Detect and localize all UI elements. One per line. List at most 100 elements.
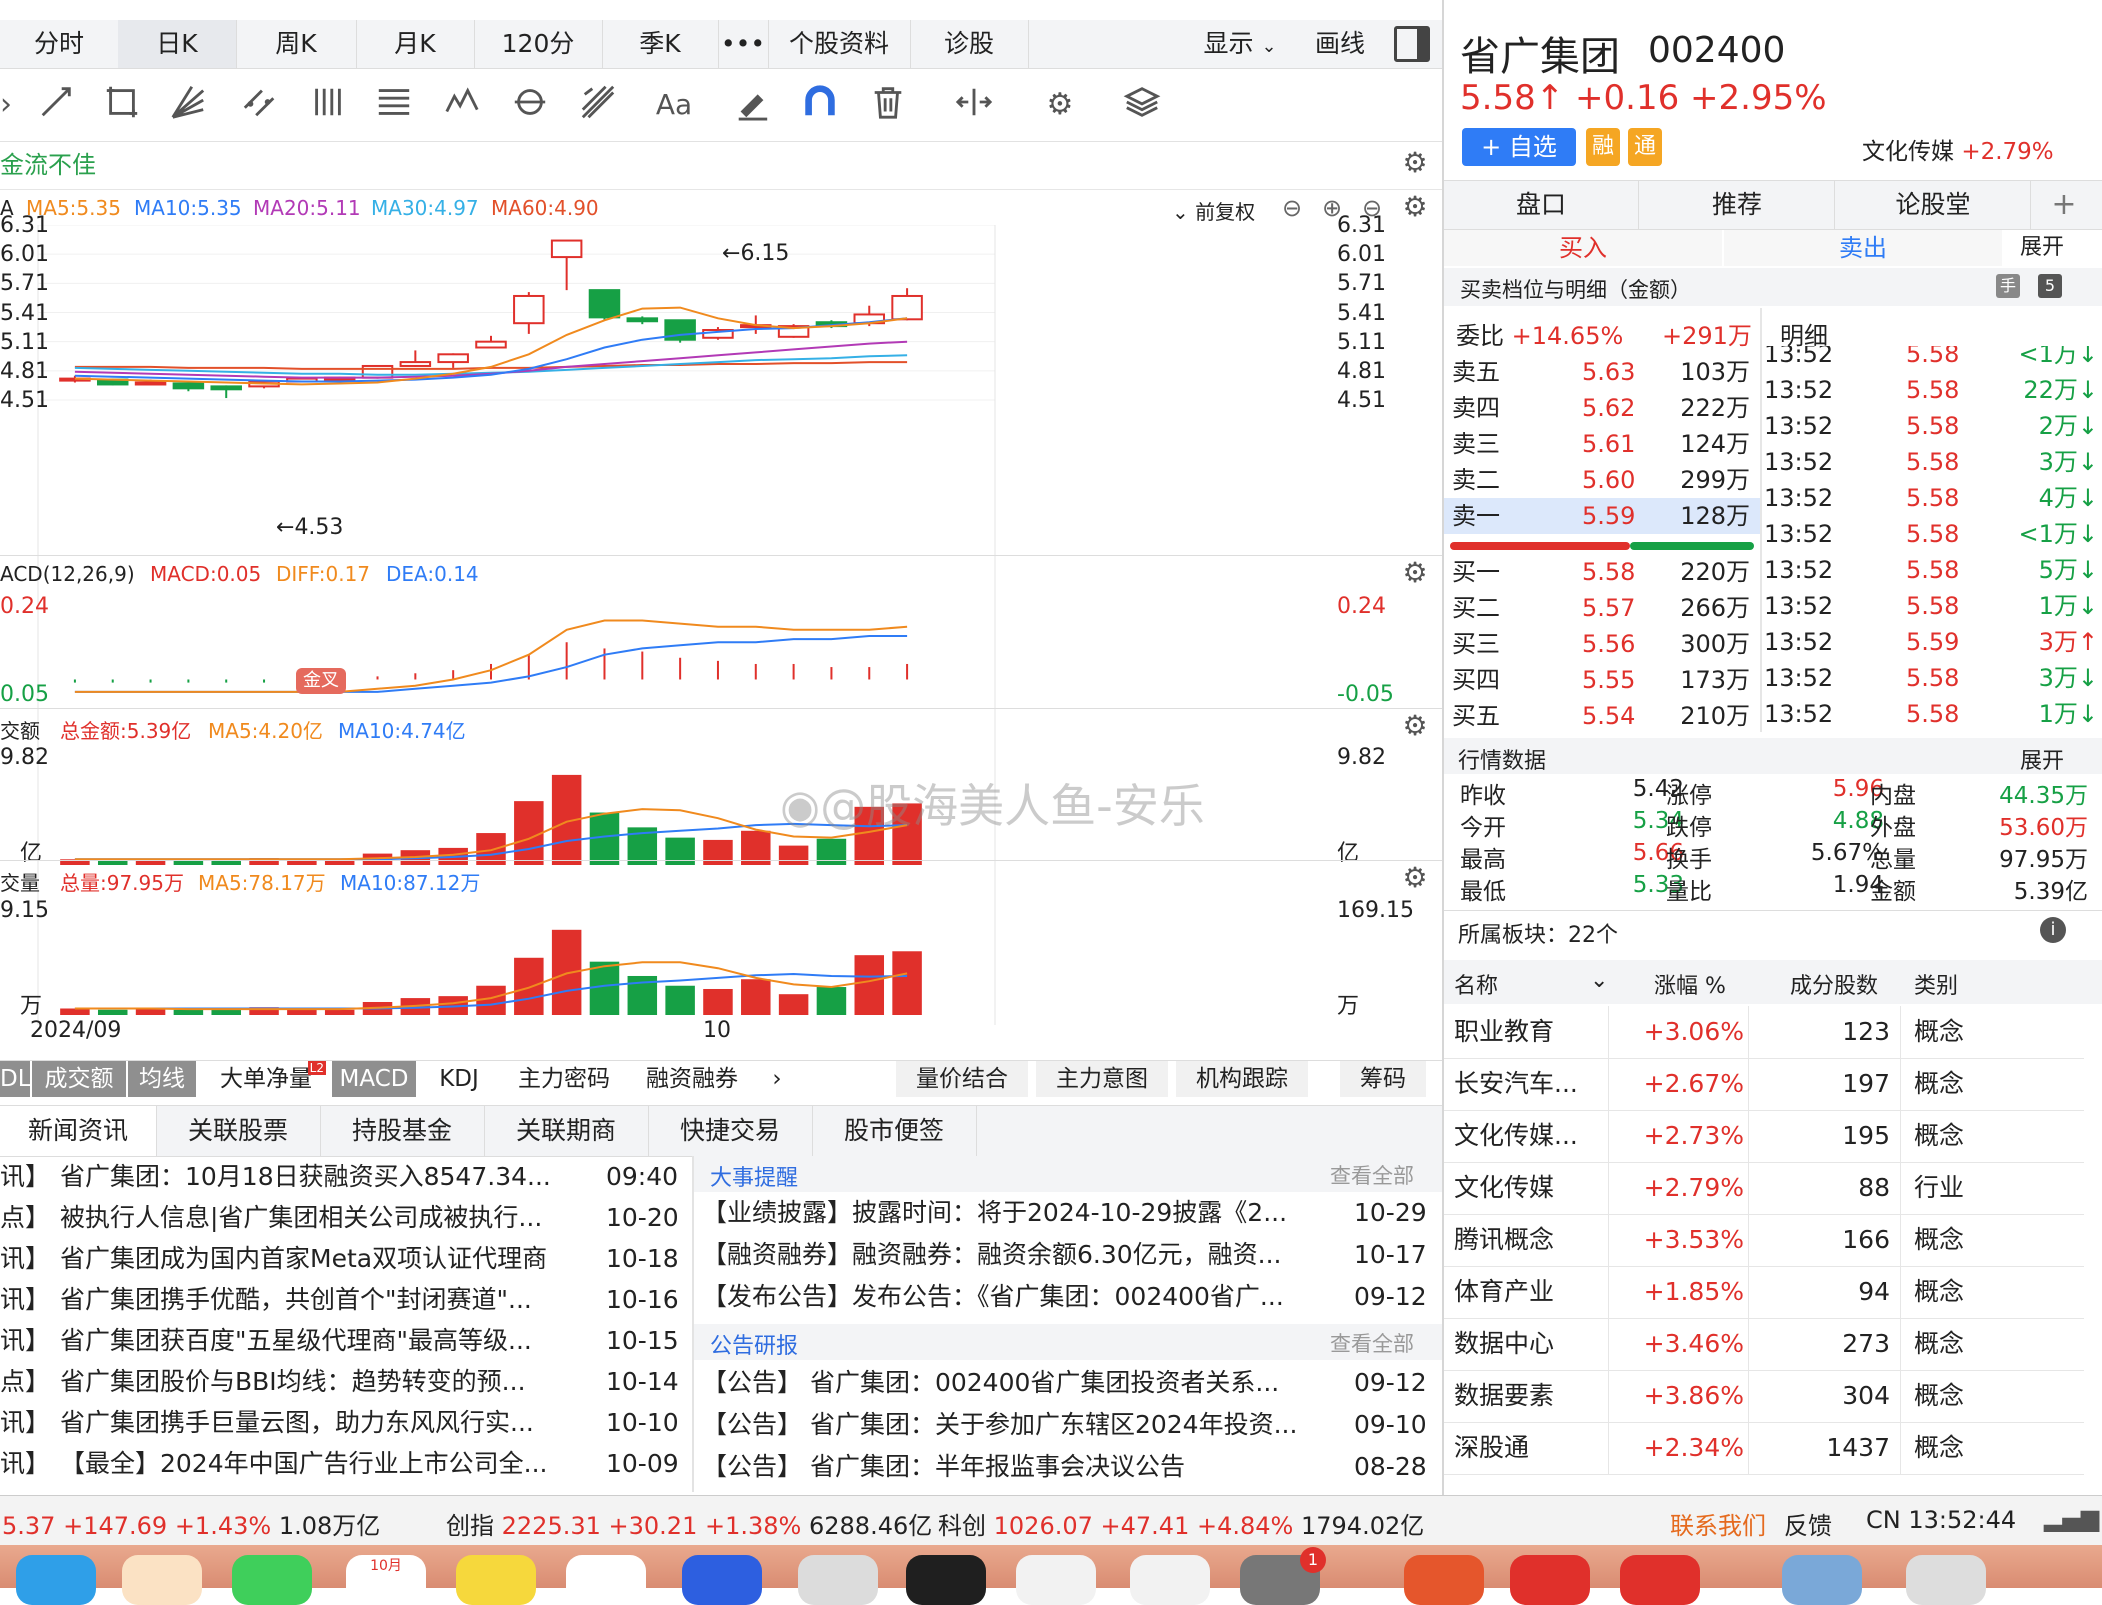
add-watchlist-button[interactable]: + 自选 bbox=[1462, 128, 1576, 166]
tab-macd[interactable]: MACD bbox=[332, 1061, 416, 1097]
tab-related-stocks[interactable]: 关联股票 bbox=[156, 1106, 321, 1156]
amount-gear-icon[interactable]: ⚙ bbox=[1400, 711, 1430, 741]
sector-change[interactable]: 文化传媒 +2.79% bbox=[1862, 132, 2054, 166]
safari-icon[interactable] bbox=[16, 1555, 96, 1605]
sector-row[interactable]: 腾讯概念 +3.53% 166 概念 bbox=[1444, 1214, 2084, 1267]
tab-amount[interactable]: 成交额 bbox=[32, 1061, 126, 1097]
stocks-icon[interactable] bbox=[906, 1555, 986, 1605]
col-name[interactable]: 名称 bbox=[1454, 968, 1498, 1000]
buy-tab[interactable]: 买入 bbox=[1444, 230, 1722, 266]
tab-related-futures[interactable]: 关联期商 bbox=[484, 1106, 649, 1156]
zoom-minus-icon[interactable]: ⊖ bbox=[1282, 194, 1302, 222]
trash-icon[interactable] bbox=[866, 83, 910, 127]
folder-icon[interactable] bbox=[1782, 1555, 1862, 1605]
tab-margin[interactable]: 融资融券 bbox=[634, 1061, 750, 1097]
margin-badge[interactable]: 融 bbox=[1586, 128, 1620, 166]
news-row[interactable]: 讯】 省广集团：10月18日获融资买入8547.34... 09:40 bbox=[0, 1156, 690, 1197]
tab-stock-profile[interactable]: 个股资料 bbox=[768, 20, 911, 68]
volume-gear-icon[interactable]: ⚙ bbox=[1400, 863, 1430, 893]
feedback-link[interactable]: 反馈 bbox=[1784, 1506, 1832, 1541]
app-icon[interactable] bbox=[1130, 1555, 1210, 1605]
adjust-dropdown[interactable]: ⌄ 前复权 bbox=[1172, 196, 1255, 225]
sector-row[interactable]: 长安汽车... +2.67% 197 概念 bbox=[1444, 1058, 2084, 1111]
contacts-icon[interactable] bbox=[566, 1555, 646, 1605]
gann-tool-icon[interactable] bbox=[576, 83, 620, 127]
announcement-row[interactable]: 【公告】 省广集团：002400省广集团投资者关系... 09-12 bbox=[694, 1362, 1442, 1404]
tab-price-volume[interactable]: 量价结合 bbox=[896, 1061, 1028, 1097]
tab-intraday[interactable]: 分时 bbox=[0, 20, 119, 68]
ask-row[interactable]: 卖五 5.63 103万 bbox=[1444, 354, 1760, 390]
bid-row[interactable]: 买一 5.58 220万 bbox=[1444, 554, 1760, 590]
col-count[interactable]: 成分股数 bbox=[1790, 968, 1878, 1000]
music-icon[interactable] bbox=[798, 1555, 878, 1605]
info-icon[interactable]: i bbox=[2040, 917, 2066, 943]
ask-row[interactable]: 卖一 5.59 128万 bbox=[1444, 498, 1760, 534]
ask-row[interactable]: 卖三 5.61 124万 bbox=[1444, 426, 1760, 462]
sector-row[interactable]: 数据要素 +3.86% 304 概念 bbox=[1444, 1370, 2084, 1423]
hand-unit-icon[interactable]: 手 bbox=[1996, 274, 2020, 298]
tab-120min[interactable]: 120分 bbox=[474, 20, 603, 68]
tab-monthly-k[interactable]: 月K bbox=[356, 20, 475, 68]
events-view-all-link[interactable]: 查看全部 bbox=[1330, 1160, 1414, 1190]
quote-expand[interactable]: 展开 bbox=[2020, 743, 2064, 775]
kline-chart[interactable] bbox=[0, 225, 1442, 1025]
bid-row[interactable]: 买三 5.56 300万 bbox=[1444, 626, 1760, 662]
news-row[interactable]: 点】 省广集团股价与BBI均线：趋势转变的预... 10-14 bbox=[0, 1361, 690, 1402]
photos-icon[interactable] bbox=[122, 1555, 202, 1605]
tab-order-book[interactable]: 盘口 bbox=[1444, 181, 1639, 229]
col-type[interactable]: 类别 bbox=[1914, 968, 1958, 1000]
ask-row[interactable]: 卖二 5.60 299万 bbox=[1444, 462, 1760, 498]
expand-range-icon[interactable] bbox=[952, 83, 996, 127]
tab-news[interactable]: 新闻资讯 bbox=[0, 1106, 157, 1156]
calendar-icon[interactable]: 10月 bbox=[346, 1555, 426, 1605]
rectangle-tool-icon[interactable] bbox=[100, 83, 144, 127]
app-icon[interactable] bbox=[1510, 1555, 1590, 1605]
magnet-icon[interactable] bbox=[798, 83, 842, 127]
text-tool-icon[interactable]: Aa bbox=[644, 83, 704, 127]
orderbook-expand[interactable]: 展开 bbox=[2020, 230, 2064, 266]
signal-bars-icon[interactable]: ▂▄▆ bbox=[2044, 1504, 2099, 1532]
event-row[interactable]: 【业绩披露】披露时间：将于2024-10-29披露《2... 10-29 bbox=[694, 1192, 1442, 1234]
news-row[interactable]: 讯】 省广集团获百度"五星级代理商"最高等级... 10-15 bbox=[0, 1320, 690, 1361]
index1-ticker[interactable]: 5.37 +147.69 +1.43% 1.08万亿 bbox=[2, 1506, 380, 1541]
ask-row[interactable]: 卖四 5.62 222万 bbox=[1444, 390, 1760, 426]
draw-line-button[interactable]: 画线 bbox=[1300, 20, 1380, 68]
sector-row[interactable]: 数据中心 +3.46% 273 概念 bbox=[1444, 1318, 2084, 1371]
tab-main-intent[interactable]: 主力意图 bbox=[1036, 1061, 1168, 1097]
news-row[interactable]: 讯】 省广集团携手优酷，共创首个"封闭赛道"... 10-16 bbox=[0, 1279, 690, 1320]
app-icon[interactable] bbox=[1620, 1555, 1700, 1605]
tab-recommend[interactable]: 推荐 bbox=[1640, 181, 1835, 229]
weibo-app-icon[interactable] bbox=[1404, 1555, 1484, 1605]
levels-five-icon[interactable]: 5 bbox=[2038, 274, 2062, 298]
event-row[interactable]: 【发布公告】发布公告：《省广集团：002400省广... 09-12 bbox=[694, 1276, 1442, 1318]
tab-forum[interactable]: 论股堂 bbox=[1836, 181, 2031, 229]
tab-notes[interactable]: 股市便签 bbox=[812, 1106, 977, 1156]
announcements-view-all-link[interactable]: 查看全部 bbox=[1330, 1328, 1414, 1358]
files-icon[interactable] bbox=[682, 1555, 762, 1605]
news-row[interactable]: 讯】 省广集团成为国内首家Meta双项认证代理商 10-18 bbox=[0, 1238, 690, 1279]
tab-diagnosis[interactable]: 诊股 bbox=[910, 20, 1029, 68]
tab-quarterly-k[interactable]: 季K bbox=[602, 20, 719, 68]
add-tab-button[interactable]: + bbox=[2042, 181, 2086, 229]
sector-row[interactable]: 体育产业 +1.85% 94 概念 bbox=[1444, 1266, 2084, 1319]
display-dropdown[interactable]: 显示 ⌄ bbox=[1190, 20, 1290, 68]
news-row[interactable]: 讯】 省广集团携手巨量云图，助力东风风行实... 10-10 bbox=[0, 1402, 690, 1443]
event-row[interactable]: 【融资融券】融资融券：融资余额6.30亿元，融资... 10-17 bbox=[694, 1234, 1442, 1276]
layout-toggle-icon[interactable] bbox=[1394, 26, 1430, 62]
col-pct[interactable]: 涨幅 % bbox=[1654, 968, 1726, 1000]
tab-main-code[interactable]: 主力密码 bbox=[506, 1061, 622, 1097]
more-tabs-button[interactable]: ••• bbox=[718, 20, 769, 68]
chevron-right-icon[interactable]: › bbox=[762, 1061, 792, 1097]
layers-icon[interactable] bbox=[1120, 83, 1164, 127]
sector-row[interactable]: 文化传媒 +2.79% 88 行业 bbox=[1444, 1162, 2084, 1215]
eraser-pen-icon[interactable] bbox=[730, 83, 774, 127]
bid-row[interactable]: 买四 5.55 173万 bbox=[1444, 662, 1760, 698]
line-tool-icon[interactable] bbox=[34, 83, 78, 127]
chevron-down-icon[interactable]: ⌄ bbox=[1590, 968, 1608, 993]
tab-ma[interactable]: 均线 bbox=[128, 1061, 196, 1097]
sector-row[interactable]: 职业教育 +3.06% 123 概念 bbox=[1444, 1006, 2084, 1059]
news-row[interactable]: 点】 被执行人信息|省广集团相关公司成被执行... 10-20 bbox=[0, 1197, 690, 1238]
tab-kdj[interactable]: KDJ bbox=[424, 1061, 494, 1097]
tab-quick-trade[interactable]: 快捷交易 bbox=[648, 1106, 813, 1156]
signal-gear-icon[interactable]: ⚙ bbox=[1400, 148, 1430, 178]
